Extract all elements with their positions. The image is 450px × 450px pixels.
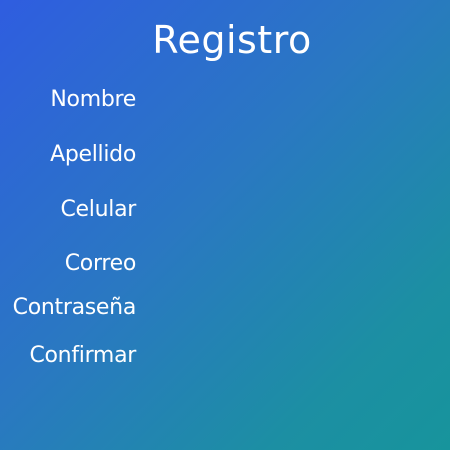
celular-input[interactable] [148,198,422,228]
confirmar-label: Confirmar [29,343,136,368]
confirmar-input[interactable] [148,344,422,374]
celular-label: Celular [60,197,137,222]
nombre-label: Nombre [50,87,136,112]
correo-input[interactable] [148,252,422,282]
contrasena-label: Contraseña [12,295,137,320]
apellido-label: Apellido [50,142,136,167]
contrasena-input[interactable] [148,296,422,326]
apellido-input[interactable] [148,143,422,173]
correo-label: Correo [64,251,137,276]
nombre-input[interactable] [148,88,422,118]
page-title: Registro [152,18,312,62]
registration-form: Registro Nombre Apellido Celular Correo … [0,0,450,450]
